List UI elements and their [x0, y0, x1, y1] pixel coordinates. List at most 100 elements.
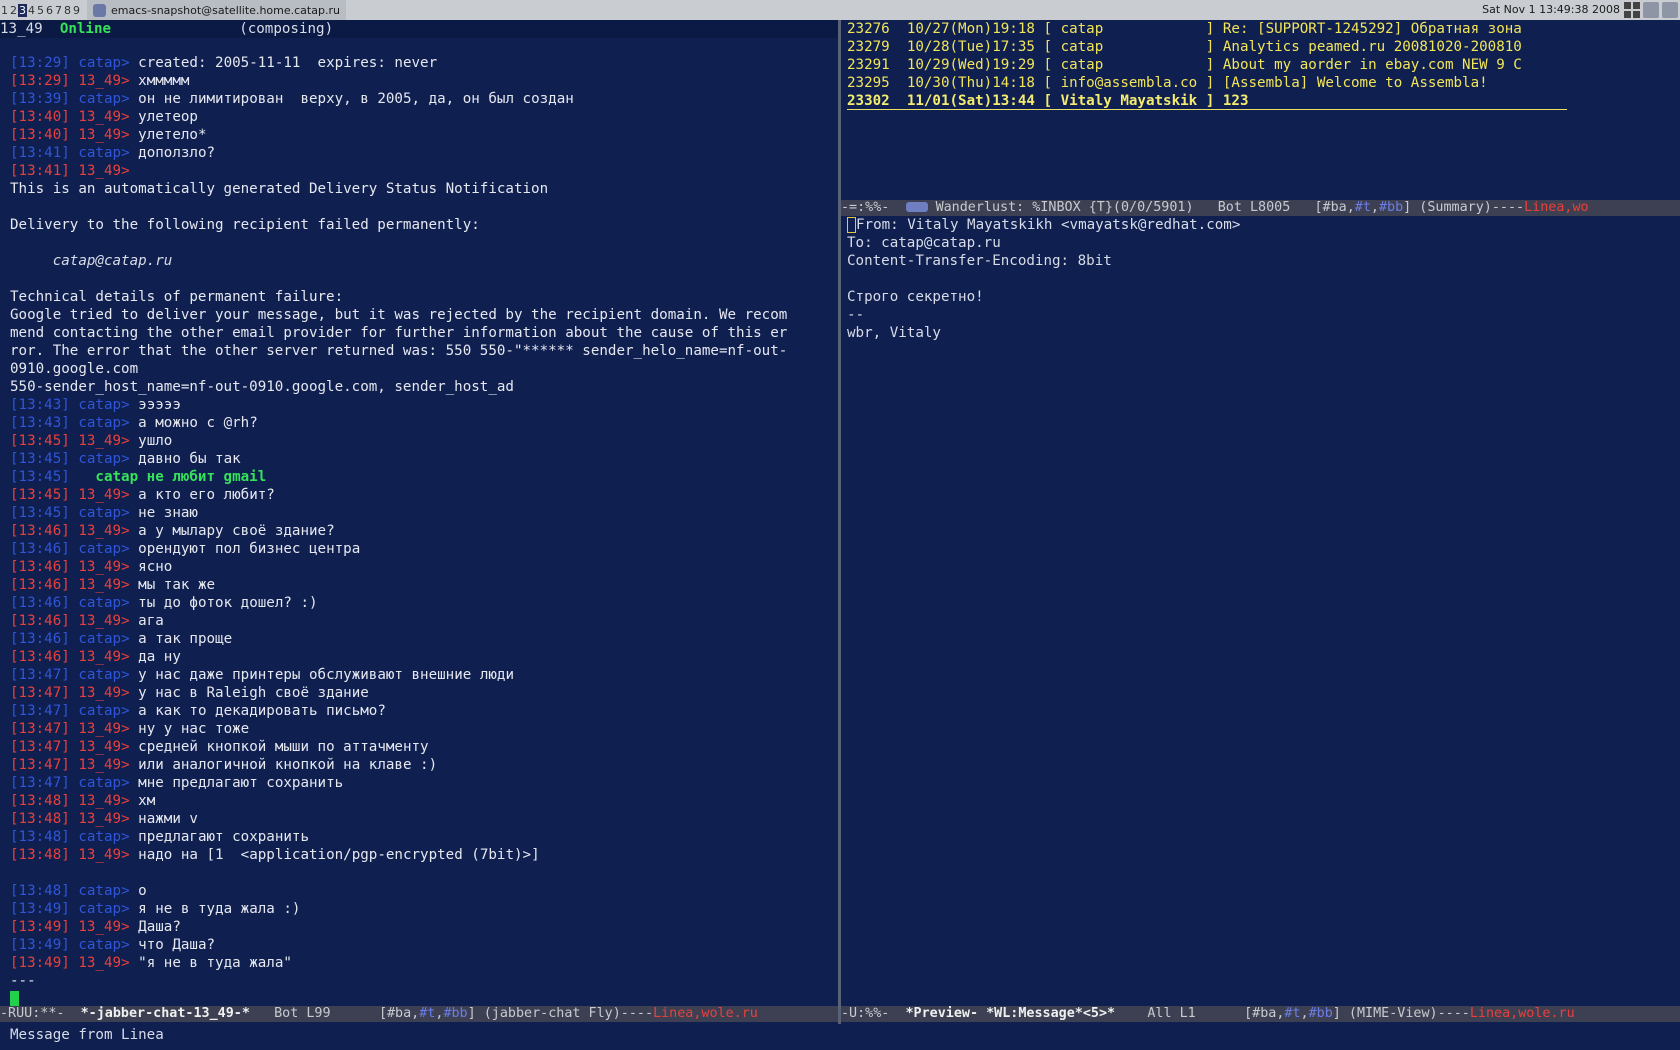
message-timestamp: [13:46]: [10, 559, 70, 575]
workspace-8[interactable]: 8: [63, 4, 72, 17]
message-nick: 13_49: [78, 433, 122, 449]
message-text: Technical details of permanent failure:: [10, 289, 344, 305]
message-timestamp: [13:47]: [10, 703, 70, 719]
chat-line: [13:48] 13_49> нажми v: [0, 810, 838, 828]
message-timestamp: [13:46]: [10, 541, 70, 557]
message-text: ушло: [138, 433, 173, 449]
message-nick: 13_49: [78, 577, 122, 593]
message-text: а как то декадировать письмо?: [138, 703, 386, 719]
modeline-tags: [#ba,: [1314, 200, 1355, 215]
workspace-5[interactable]: 5: [36, 4, 45, 17]
chat-line: [13:46] catap> а так проще: [0, 630, 838, 648]
chat-line: [13:47] 13_49> средней кнопкой мыши по а…: [0, 738, 838, 756]
message-text: 550-sender_host_name=nf-out-0910.google.…: [10, 379, 514, 395]
message-subject: Analytics peamed.ru 20081020-200810: [1222, 39, 1522, 55]
message-timestamp: [13:40]: [10, 109, 70, 125]
chat-line: [13:45] 13_49> а кто его любит?: [0, 486, 838, 504]
message-nick: catap: [78, 775, 122, 791]
message-timestamp: [13:46]: [10, 649, 70, 665]
messenger-icon[interactable]: [1662, 2, 1678, 18]
message-text: нажми v: [138, 811, 198, 827]
minibuffer[interactable]: Message from Linea: [0, 1024, 1680, 1050]
summary-row[interactable]: 23295 10/30(Thu)14:18 [ info@assembla.co…: [841, 74, 1680, 92]
message-nick: 13_49: [78, 811, 122, 827]
nick-prompt: >: [121, 667, 139, 683]
nick-prompt: >: [121, 739, 139, 755]
message-from: catap: [1060, 57, 1104, 73]
nick-prompt: >: [121, 145, 139, 161]
jabber-chat-window[interactable]: 13_49 Online (composing) [13:29] catap> …: [0, 20, 838, 1006]
message-timestamp: [13:41]: [10, 163, 70, 179]
chat-line: [13:48] catap> предлагают сохранить: [0, 828, 838, 846]
summary-row[interactable]: 23279 10/28(Tue)17:35 [ catap] Analytics…: [841, 38, 1680, 56]
point-cursor: [847, 217, 856, 233]
chat-line: [13:49] 13_49> Даша?: [0, 918, 838, 936]
chat-modeline: -RUU:**- *-jabber-chat-13_49-* Bot L99 […: [0, 1006, 838, 1022]
message-timestamp: [13:29]: [10, 55, 70, 71]
network-icon[interactable]: [1643, 2, 1659, 18]
chat-line: [13:45] catap> не знаю: [0, 504, 838, 522]
chat-line: mend contacting the other email provider…: [0, 324, 838, 342]
workspace-6[interactable]: 6: [45, 4, 54, 17]
summary-row[interactable]: 23276 10/27(Mon)19:18 [ catap] Re: [SUPP…: [841, 20, 1680, 38]
workspace-3[interactable]: 3: [18, 3, 27, 17]
modeline-tags-end: ]: [1332, 1006, 1341, 1021]
message-timestamp: [13:49]: [10, 901, 70, 917]
message-timestamp: [13:46]: [10, 631, 70, 647]
nick-prompt: >: [121, 829, 139, 845]
nick-prompt: >: [121, 487, 139, 503]
nick-prompt: >: [121, 163, 139, 179]
chat-line: [13:46] catap> орендуют пол бизнес центр…: [0, 540, 838, 558]
chat-line: [13:46] 13_49> ага: [0, 612, 838, 630]
message-timestamp: [13:45]: [10, 433, 70, 449]
modeline-buffer: Wanderlust: %INBOX {T}(0/0/5901): [935, 200, 1194, 215]
message-subject: About my aorder in ebay.com NEW 9 C: [1222, 57, 1522, 73]
message-nick: 13_49: [78, 487, 122, 503]
summary-row[interactable]: 23291 10/29(Wed)19:29 [ catap] About my …: [841, 56, 1680, 74]
summary-row[interactable]: 23302 11/01(Sat)13:44 [ Vitaly Mayatskik…: [841, 92, 1680, 110]
message-text: или аналогичной кнопкой на клаве :): [138, 757, 438, 773]
modeline-position: Bot L99: [274, 1006, 331, 1021]
workspace-switcher[interactable]: 123456789: [0, 3, 81, 17]
taskbar-button-emacs[interactable]: emacs-snapshot@satellite.home.catap.ru: [87, 0, 346, 20]
message-nick: 13_49: [78, 73, 122, 89]
summary-list: 23276 10/27(Mon)19:18 [ catap] Re: [SUPP…: [841, 20, 1680, 110]
chat-line: [13:29] catap> created: 2005-11-11 expir…: [0, 54, 838, 72]
pager-icon[interactable]: [1624, 2, 1640, 18]
message-text: улетеор: [138, 109, 198, 125]
message-text: ror. The error that the other server ret…: [10, 343, 788, 359]
message-nick: catap: [78, 901, 122, 917]
message-subject: 123: [1222, 93, 1249, 109]
message-text: ---: [10, 973, 36, 989]
modeline-tag-sep: ,: [1300, 1006, 1309, 1021]
message-text: о: [138, 883, 147, 899]
workspace-4[interactable]: 4: [27, 4, 36, 17]
wanderlust-summary[interactable]: 23276 10/27(Mon)19:18 [ catap] Re: [SUPP…: [841, 20, 1680, 200]
message-text: ты до фоток дошел? :): [138, 595, 318, 611]
chat-line: [13:48] catap> о: [0, 882, 838, 900]
status-message: catap не любит gmail: [95, 469, 267, 485]
workspace-2[interactable]: 2: [9, 4, 18, 17]
modeline-position: Bot L8005: [1217, 200, 1291, 215]
message-view[interactable]: From: Vitaly Mayatskikh <vmayatsk@redhat…: [841, 216, 1680, 1006]
message-timestamp: [13:48]: [10, 829, 70, 845]
workspace-7[interactable]: 7: [54, 4, 63, 17]
modeline-tags-end: ]: [1403, 200, 1412, 215]
chat-line: [0, 234, 838, 252]
workspace-9[interactable]: 9: [72, 4, 81, 17]
message-text: ну у нас тоже: [138, 721, 250, 737]
message-number: 23302: [847, 93, 890, 109]
chat-input[interactable]: [0, 990, 838, 1006]
chat-line: [13:47] catap> у нас даже принтеры обслу…: [0, 666, 838, 684]
workspace-1[interactable]: 1: [0, 4, 9, 17]
message-text: орендуют пол бизнес центра: [138, 541, 361, 557]
message-number: 23291: [847, 57, 890, 73]
message-timestamp: [13:48]: [10, 883, 70, 899]
modeline-mode: (jabber-chat Fly)----: [483, 1006, 654, 1021]
message-text: доползло?: [138, 145, 216, 161]
modeline-tail: Linea,wole.ru: [1469, 1006, 1575, 1021]
message-to: To: catap@catap.ru: [847, 235, 1001, 251]
message-nick: catap: [78, 505, 122, 521]
message-nick: 13_49: [78, 109, 122, 125]
message-number: 23295: [847, 75, 890, 91]
